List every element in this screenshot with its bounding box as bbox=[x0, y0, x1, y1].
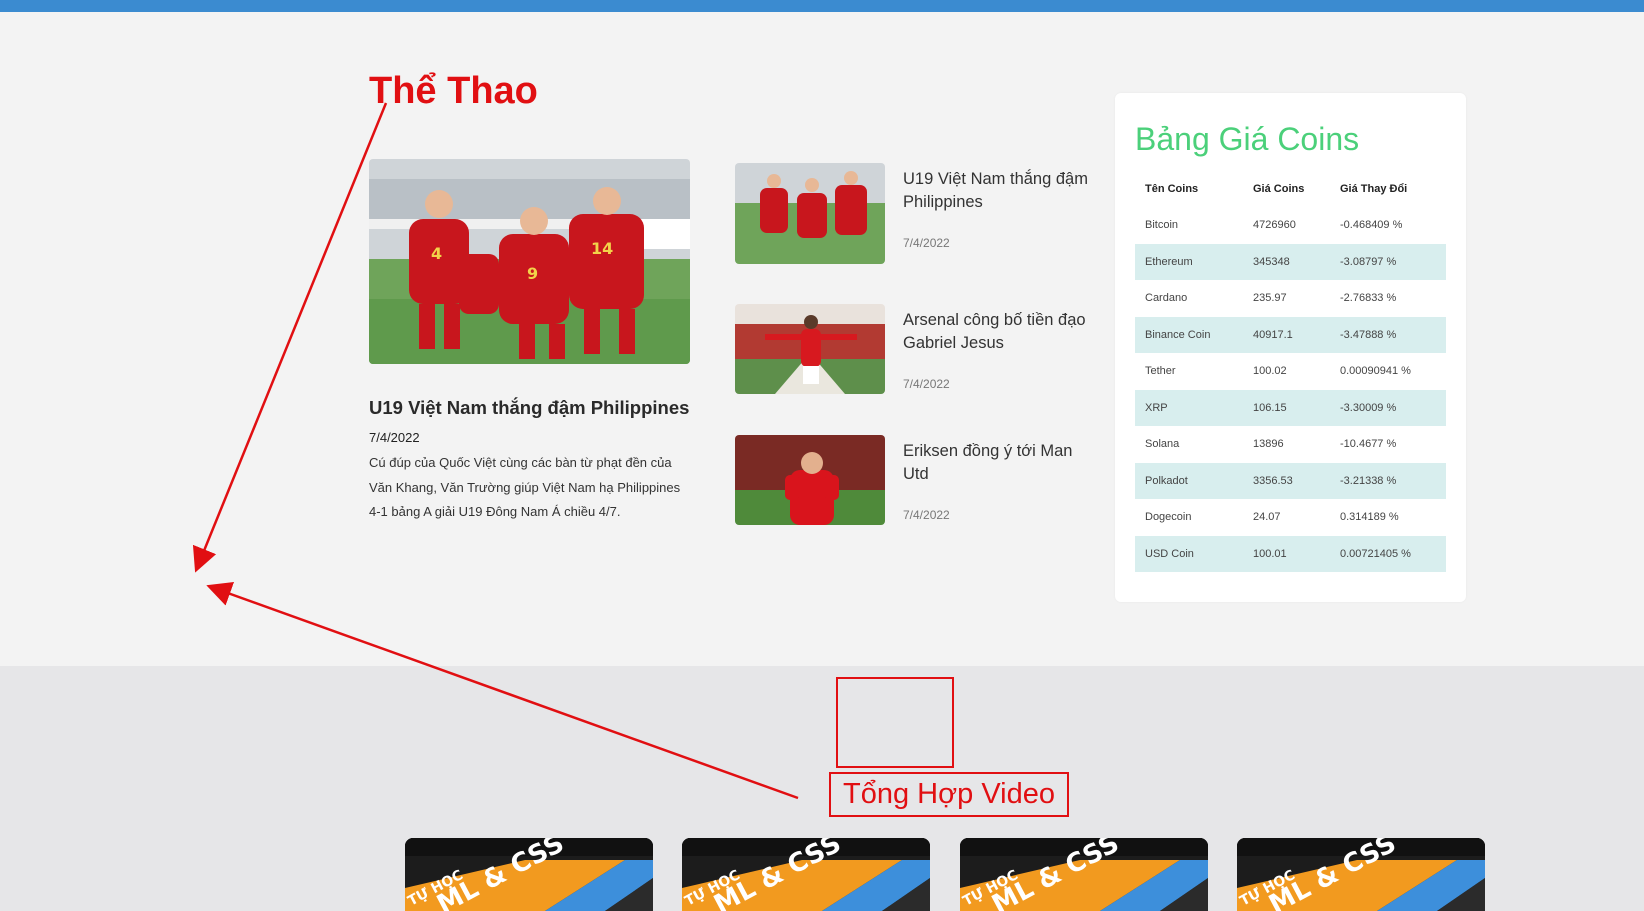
side-article-2-date: 7/4/2022 bbox=[903, 377, 950, 391]
coin-price: 235.97 bbox=[1253, 292, 1287, 305]
coin-change: -3.30009 % bbox=[1330, 389, 1446, 426]
coin-name: Polkadot bbox=[1135, 462, 1243, 499]
side-article-1-date: 7/4/2022 bbox=[903, 236, 950, 250]
coin-price: 106.15 bbox=[1243, 389, 1330, 426]
coin-row: Dogecoin 24.07 0.314189 % bbox=[1135, 499, 1446, 536]
top-bar bbox=[0, 0, 1644, 12]
coin-row: Bitcoin 4726960 -0.468409 % bbox=[1135, 207, 1446, 244]
coin-table-header-row: Tên Coins Giá Coins Giá Thay Đổi bbox=[1135, 171, 1446, 207]
svg-text:9: 9 bbox=[527, 264, 538, 283]
coin-change: 0.00721405 % bbox=[1330, 535, 1446, 572]
sports-section-title: Thể Thao bbox=[369, 70, 538, 112]
coin-change-header: Giá Thay Đổi bbox=[1340, 183, 1408, 195]
coin-row: USD Coin 100.01 0.00721405 % bbox=[1135, 535, 1446, 572]
coin-price: 100.01 bbox=[1243, 535, 1330, 572]
side-article-2-thumbnail[interactable] bbox=[735, 304, 885, 394]
coin-change: -3.47888 % bbox=[1330, 316, 1446, 353]
video-card-1[interactable]: TỰ HỌC ML & CSS bbox=[405, 838, 653, 911]
featured-article-image[interactable]: 4 9 14 bbox=[369, 159, 690, 364]
video-card-4[interactable]: TỰ HỌC ML & CSS bbox=[1237, 838, 1485, 911]
coin-price-card: Bảng Giá Coins Tên Coins Giá Coins Giá T… bbox=[1115, 93, 1466, 602]
coin-price: 13896 bbox=[1253, 438, 1284, 451]
coin-price: 4726960 bbox=[1253, 219, 1296, 232]
coin-change: -2.76833 % bbox=[1340, 292, 1397, 305]
coin-name: USD Coin bbox=[1135, 535, 1243, 572]
side-article-1-thumbnail[interactable] bbox=[735, 163, 885, 264]
coin-price: 40917.1 bbox=[1243, 316, 1330, 353]
coin-row: Binance Coin 40917.1 -3.47888 % bbox=[1135, 316, 1446, 353]
featured-article-title[interactable]: U19 Việt Nam thắng đậm Philippines bbox=[369, 396, 690, 420]
featured-article[interactable]: 4 9 14 U19 Việt Nam thắng đậm Philippine… bbox=[369, 159, 690, 525]
coin-price: 24.07 bbox=[1253, 511, 1281, 524]
coin-price-header: Giá Coins bbox=[1253, 183, 1305, 195]
annotation-empty-box bbox=[836, 677, 954, 768]
coin-change: -10.4677 % bbox=[1340, 438, 1397, 451]
coin-name: XRP bbox=[1135, 389, 1243, 426]
coin-name: Solana bbox=[1145, 438, 1180, 451]
side-article-3-date: 7/4/2022 bbox=[903, 508, 950, 522]
coin-change: -3.08797 % bbox=[1330, 243, 1446, 280]
side-article-1-title[interactable]: U19 Việt Nam thắng đậm Philippines bbox=[903, 168, 1093, 214]
video-section-heading-box: Tổng Hợp Video bbox=[829, 772, 1069, 817]
coin-name: Cardano bbox=[1145, 292, 1188, 305]
svg-text:4: 4 bbox=[431, 244, 442, 263]
featured-article-description: Cú đúp của Quốc Việt cùng các bàn từ phạ… bbox=[369, 455, 681, 520]
coin-name-header: Tên Coins bbox=[1145, 183, 1199, 195]
coin-price: 345348 bbox=[1243, 243, 1330, 280]
coin-change: -0.468409 % bbox=[1340, 219, 1403, 232]
side-article-2-title[interactable]: Arsenal công bố tiền đạo Gabriel Jesus bbox=[903, 309, 1093, 355]
side-article-3-thumbnail[interactable] bbox=[735, 435, 885, 525]
coin-price-table: Tên Coins Giá Coins Giá Thay Đổi Bitcoin… bbox=[1135, 171, 1446, 572]
video-card-2[interactable]: TỰ HỌC ML & CSS bbox=[682, 838, 930, 911]
coin-price: 3356.53 bbox=[1243, 462, 1330, 499]
video-card-3[interactable]: TỰ HỌC ML & CSS bbox=[960, 838, 1208, 911]
featured-article-date: 7/4/2022 bbox=[369, 430, 420, 446]
side-article-3-title[interactable]: Eriksen đồng ý tới Man Utd bbox=[903, 440, 1093, 486]
coin-row: Tether 100.02 0.00090941 % bbox=[1135, 353, 1446, 390]
coin-row: Cardano 235.97 -2.76833 % bbox=[1135, 280, 1446, 317]
coin-price-title: Bảng Giá Coins bbox=[1135, 121, 1360, 157]
coin-name: Binance Coin bbox=[1135, 316, 1243, 353]
coin-name: Bitcoin bbox=[1145, 219, 1179, 232]
coin-row: Polkadot 3356.53 -3.21338 % bbox=[1135, 462, 1446, 499]
svg-text:14: 14 bbox=[591, 239, 613, 258]
video-section-title: Tổng Hợp Video bbox=[843, 778, 1055, 810]
coin-change: -3.21338 % bbox=[1330, 462, 1446, 499]
coin-row: Solana 13896 -10.4677 % bbox=[1135, 426, 1446, 463]
coin-name: Dogecoin bbox=[1145, 511, 1192, 524]
coin-name: Ethereum bbox=[1135, 243, 1243, 280]
coin-price: 100.02 bbox=[1253, 365, 1287, 378]
coin-row: XRP 106.15 -3.30009 % bbox=[1135, 389, 1446, 426]
coin-change: 0.00090941 % bbox=[1340, 365, 1411, 378]
coin-row: Ethereum 345348 -3.08797 % bbox=[1135, 243, 1446, 280]
coin-change: 0.314189 % bbox=[1340, 511, 1399, 524]
coin-name: Tether bbox=[1145, 365, 1176, 378]
